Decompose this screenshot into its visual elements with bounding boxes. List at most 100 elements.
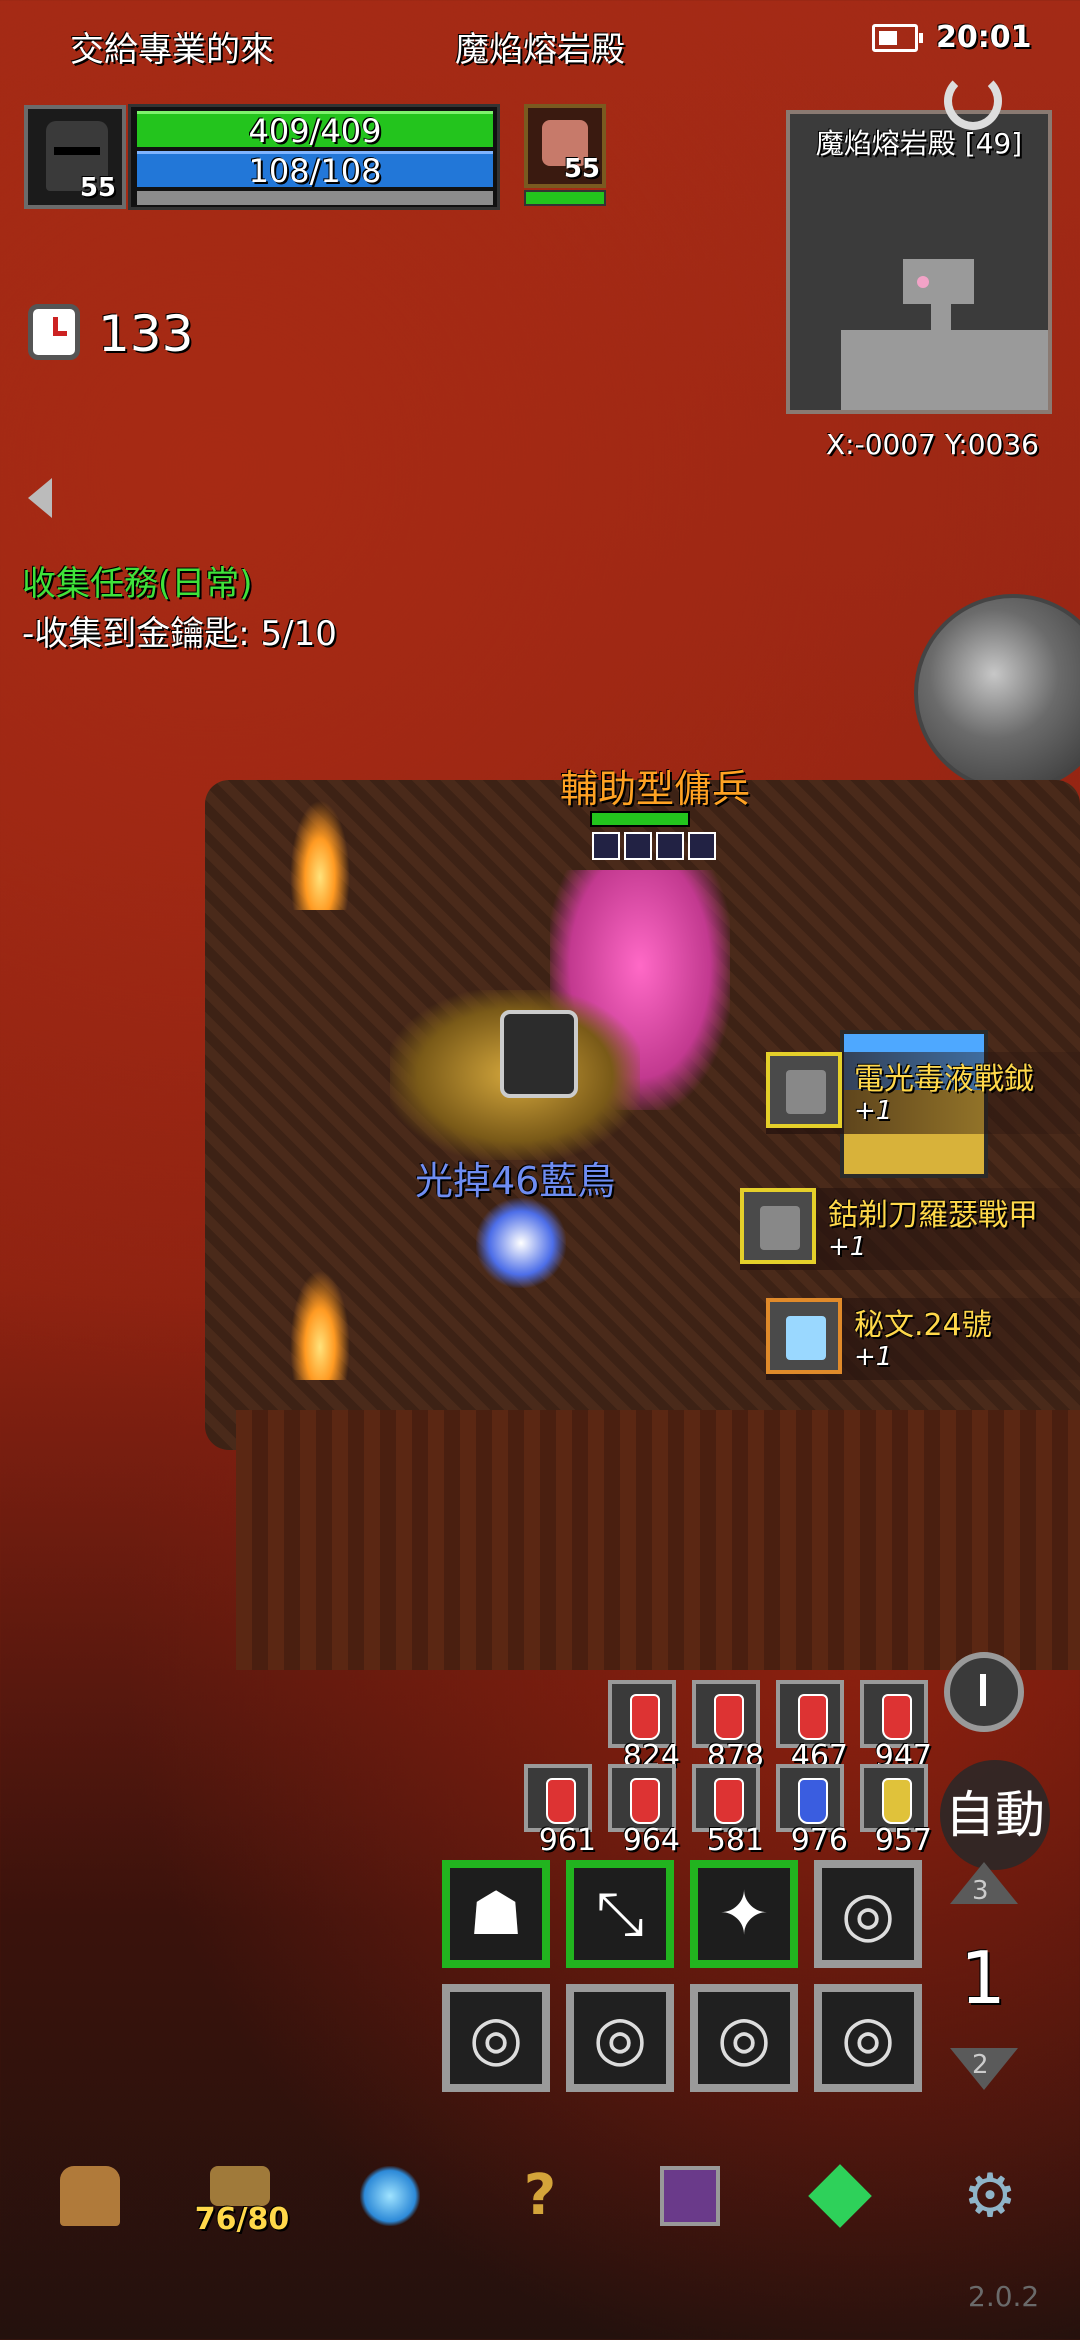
- potion-slot[interactable]: 976: [776, 1764, 848, 1858]
- scroll-icon: [766, 1298, 842, 1374]
- npc-buffs: [592, 832, 722, 862]
- notification-text: 交給專業的來: [70, 30, 274, 70]
- auto-label: 自動: [945, 1786, 1045, 1844]
- skill-slot[interactable]: ◎: [566, 1984, 674, 2092]
- collapse-arrow-icon[interactable]: [28, 478, 52, 518]
- page-up-number: 3: [972, 1876, 989, 1906]
- potion-slot[interactable]: 824: [608, 1680, 680, 1774]
- shop-button[interactable]: [800, 2156, 880, 2236]
- player-sprite[interactable]: [500, 1010, 578, 1098]
- loot-notification: 電光毒液戰鉞 +1: [766, 1052, 1080, 1134]
- skill-slot[interactable]: ◎: [814, 1984, 922, 2092]
- hp-bar: 409/409: [137, 111, 493, 150]
- pet-level: 55: [563, 154, 600, 184]
- potion-slot[interactable]: 964: [608, 1764, 680, 1858]
- spellbook-button[interactable]: [650, 2156, 730, 2236]
- potion-count: 581: [706, 1823, 764, 1858]
- potion-count: 957: [874, 1823, 932, 1858]
- skill-slot[interactable]: ◎: [442, 1984, 550, 2092]
- map-name-header: 魔焰熔岩殿: [455, 30, 625, 70]
- hp-text: 409/409: [248, 112, 382, 150]
- question-icon: ?: [523, 2163, 557, 2228]
- loot-plus: +1: [854, 1342, 893, 1372]
- quest-title[interactable]: 收集任務(日常): [22, 556, 253, 605]
- potion-count: 961: [538, 1823, 596, 1858]
- skill-slot[interactable]: ◎: [814, 1860, 922, 1968]
- scroll-potion-icon: [882, 1778, 912, 1824]
- npc-hp-fill: [592, 813, 688, 825]
- potion-slot[interactable]: 581: [692, 1764, 764, 1858]
- red-potion-icon: [714, 1694, 744, 1740]
- empty-slot-icon: ◎: [592, 2001, 648, 2074]
- skill-slot[interactable]: ☗: [442, 1860, 550, 1968]
- potion-slot[interactable]: 878: [692, 1680, 764, 1774]
- clock-time: 20:01: [936, 20, 1032, 55]
- helmet-icon: [60, 2166, 120, 2226]
- player-level: 55: [79, 173, 116, 203]
- torch-icon: [290, 800, 350, 910]
- minimap-room: [903, 259, 974, 304]
- loot-name: 秘文.24號: [854, 1308, 992, 1343]
- pet-hp-fill: [526, 192, 604, 204]
- potion-slot[interactable]: 467: [776, 1680, 848, 1774]
- red-potion-icon: [546, 1778, 576, 1824]
- refresh-icon[interactable]: [944, 72, 1002, 130]
- armor-icon: [740, 1188, 816, 1264]
- npc-name: 輔助型傭兵: [560, 767, 751, 811]
- potion-slot[interactable]: 957: [860, 1764, 932, 1858]
- loot-notification: 秘文.24號 +1: [766, 1298, 1080, 1380]
- video-avatar-bubble[interactable]: [914, 594, 1080, 792]
- buff-icon: [688, 832, 716, 860]
- blue-potion-icon: [798, 1778, 828, 1824]
- skill-slot[interactable]: ✦: [690, 1860, 798, 1968]
- potion-slot[interactable]: 961: [524, 1764, 596, 1858]
- bird-icon: ✦: [718, 1879, 770, 1949]
- auto-button[interactable]: 自動: [940, 1760, 1050, 1870]
- xp-bar: [137, 191, 493, 205]
- inventory-count: 76/80: [194, 2202, 290, 2237]
- red-potion-icon: [630, 1694, 660, 1740]
- skill-page-number: 1: [960, 1936, 1006, 2020]
- torch-icon: [290, 1270, 350, 1380]
- emerald-icon: [808, 2164, 872, 2228]
- player-marker-icon: [917, 276, 929, 288]
- red-potion-icon: [882, 1694, 912, 1740]
- pet-portrait[interactable]: 55: [524, 104, 606, 188]
- recycle-icon[interactable]: [944, 1652, 1024, 1732]
- minimap-title: 魔焰熔岩殿 [49]: [815, 127, 1023, 160]
- axe-icon: [766, 1052, 842, 1128]
- npc-hp-bar: [590, 811, 690, 827]
- clock-icon: [28, 304, 80, 360]
- equipment-button[interactable]: [50, 2156, 130, 2236]
- minimap-room: [841, 330, 1048, 410]
- skills-button[interactable]: [350, 2156, 430, 2236]
- loot-plus: +1: [854, 1096, 893, 1126]
- blue-bird-sprite[interactable]: [476, 1198, 566, 1288]
- empty-slot-icon: ◎: [840, 1877, 896, 1950]
- minimap[interactable]: 魔焰熔岩殿 [49]: [786, 110, 1052, 414]
- loot-name: 鈷剃刀羅瑟戰甲: [828, 1198, 1038, 1233]
- potion-count: 964: [622, 1823, 680, 1858]
- dungeon-ledge: [236, 1410, 1080, 1670]
- empty-slot-icon: ◎: [468, 2001, 524, 2074]
- skill-slot[interactable]: ⤡: [566, 1860, 674, 1968]
- mp-text: 108/108: [248, 152, 382, 190]
- player-portrait[interactable]: 55: [24, 105, 126, 209]
- mp-bar: 108/108: [137, 151, 493, 190]
- inventory-button[interactable]: 76/80: [195, 2156, 289, 2237]
- red-potion-icon: [798, 1694, 828, 1740]
- bag-icon: [210, 2166, 270, 2206]
- quest-button[interactable]: ?: [500, 2156, 580, 2236]
- page-down-number: 2: [972, 2050, 989, 2080]
- settings-button[interactable]: ⚙: [950, 2156, 1030, 2236]
- potion-slot[interactable]: 947: [860, 1680, 932, 1774]
- ghost-icon: ☗: [469, 1879, 523, 1949]
- skill-slot[interactable]: ◎: [690, 1984, 798, 2092]
- buff-icon: [656, 832, 684, 860]
- loot-name: 電光毒液戰鉞: [854, 1062, 1034, 1097]
- quest-progress: -收集到金鑰匙: 5/10: [22, 614, 337, 654]
- loot-plus: +1: [828, 1232, 867, 1262]
- coordinates: X:-0007 Y:0036: [826, 428, 1039, 461]
- empty-slot-icon: ◎: [716, 2001, 772, 2074]
- version-label: 2.0.2: [968, 2280, 1040, 2313]
